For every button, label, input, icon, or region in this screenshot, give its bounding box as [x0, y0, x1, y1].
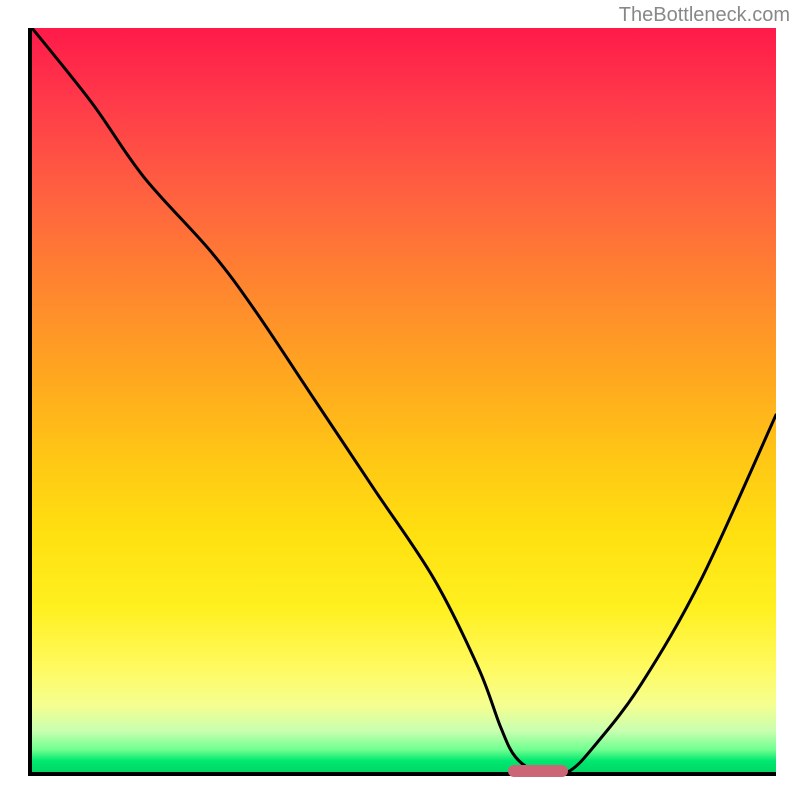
bottleneck-curve: [32, 28, 776, 772]
plot-area: [28, 28, 776, 776]
watermark-text: TheBottleneck.com: [619, 4, 790, 27]
curve-layer: [32, 28, 776, 772]
optimal-range-marker: [508, 765, 568, 777]
chart-container: TheBottleneck.com: [0, 0, 800, 800]
